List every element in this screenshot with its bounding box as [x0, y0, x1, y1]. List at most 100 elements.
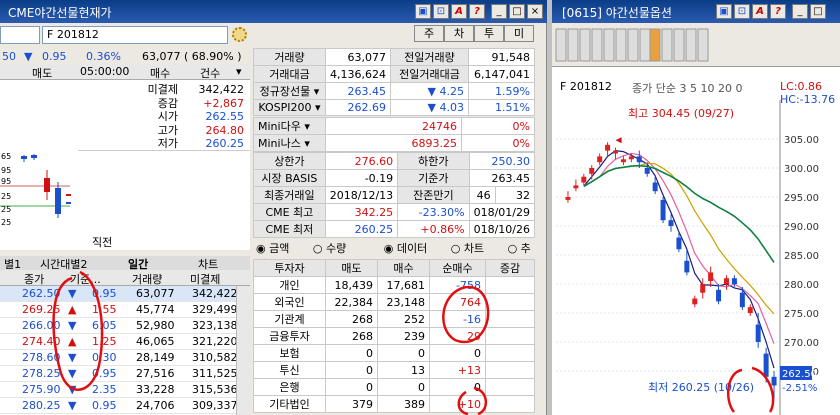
radio-chart[interactable]: ○ 차트: [451, 242, 494, 255]
open-interest-value: 342,422: [192, 287, 238, 300]
limit-date: 018/01/29: [468, 203, 536, 221]
limit-value: -23.30%: [397, 203, 470, 221]
window-titlebar[interactable]: [0615] 야간선물옵션 ▣ ⊡ A ? _ □: [552, 0, 840, 23]
mini-index-table: Mini다우 ▾ 24746 0% Mini나스 ▾ 6893.25 0%: [253, 117, 535, 152]
limit-label: 기준가: [397, 169, 470, 187]
price-rate: 0.36%: [86, 50, 121, 63]
investor-row: 금융투자 268 239 29: [253, 327, 535, 345]
close-value: 278.60: [22, 351, 61, 364]
change-value: 1.25: [92, 335, 117, 348]
help-icon[interactable]: ?: [469, 4, 485, 19]
market-select[interactable]: [0, 26, 40, 44]
open-interest-value: 329,499: [192, 303, 238, 316]
mini-tick: 25: [1, 192, 11, 201]
close-button[interactable]: ×: [527, 4, 543, 19]
investor-row: 외국인 22,384 23,148 764: [253, 293, 535, 311]
maximize-button[interactable]: □: [810, 4, 826, 19]
net-buy-value: -758: [429, 276, 486, 294]
candle: [692, 298, 698, 305]
minimize-button[interactable]: _: [792, 4, 808, 19]
window-title: CME야간선물현재가: [8, 6, 112, 20]
font-icon[interactable]: A: [451, 4, 467, 19]
candle: [21, 156, 27, 159]
candle: [676, 237, 682, 250]
previous-label: 직전: [92, 236, 113, 249]
stat-label: 거래량: [253, 48, 326, 66]
candlestick-chart[interactable]: 305.00 300.00 295.00 290.00 285.00 280.00 275.…: [552, 100, 840, 415]
futures-select[interactable]: 정규장선물 ▾: [253, 82, 326, 100]
price-limits-table: 상한가 276.60 하한가 250.30 시장 BASIS -0.19 기준가…: [253, 152, 536, 238]
limit-label: CME 최저: [253, 220, 326, 238]
mini-value: 6893.25: [325, 134, 462, 152]
list-row[interactable]: 278.60 ▼ 0.30 28,149 310,582: [0, 350, 250, 366]
index-select[interactable]: KOSPI200 ▾: [253, 99, 326, 116]
buy-value: 252: [377, 310, 430, 328]
mini-tick: 65: [1, 152, 11, 161]
window-title: [0615] 야간선물옵션: [562, 6, 672, 20]
open-interest-value: 309,337: [192, 399, 238, 412]
monitor-icon[interactable]: ▣: [716, 4, 732, 19]
change-value: 0.95: [92, 367, 117, 380]
close-value: 266.00: [22, 319, 61, 332]
minimize-button[interactable]: _: [491, 4, 507, 19]
candle: [700, 284, 706, 293]
symbol-input[interactable]: F 201812: [42, 26, 228, 44]
y-tick-label: 300.00: [784, 164, 819, 175]
open-value: 262.55: [205, 110, 245, 123]
maximize-button[interactable]: □: [509, 4, 525, 19]
mini-nasdaq-select[interactable]: Mini나스 ▾: [253, 134, 326, 152]
stat-value: 6,147,041: [467, 65, 536, 83]
daily-list[interactable]: 262.50 ▼ 0.95 63,077 342,422 269.25 ▲ 1.55 45,77…: [0, 286, 250, 415]
list-row[interactable]: 269.25 ▲ 1.55 45,774 329,499: [0, 302, 250, 318]
limit-label: 최종거래일: [253, 186, 326, 204]
limit-value: +0.86%: [397, 220, 470, 238]
radio-quantity[interactable]: ○ 수량: [313, 242, 356, 255]
open-interest-button[interactable]: 미: [504, 25, 534, 42]
change-value: [485, 276, 535, 294]
open-interest-value: 315,536: [192, 383, 238, 396]
open-interest-value: 323,138: [192, 319, 238, 332]
mini-tick: 95: [1, 177, 11, 186]
font-icon[interactable]: A: [752, 4, 768, 19]
settings-gear-icon[interactable]: [232, 27, 247, 42]
change-value: [485, 310, 535, 328]
investor-name: 기관계: [253, 310, 326, 328]
list-row[interactable]: 278.25 ▼ 0.95 27,516 311,525: [0, 366, 250, 382]
monitor-icon[interactable]: ▣: [415, 4, 431, 19]
window-titlebar[interactable]: CME야간선물현재가 ▣ ⊡ A ? _ □ ×: [0, 0, 547, 23]
help-icon[interactable]: ?: [770, 4, 786, 19]
chart-button[interactable]: 차: [444, 25, 474, 42]
stat-value: 63,077: [325, 48, 391, 66]
candle: [44, 178, 50, 192]
net-buy-value: +13: [429, 361, 486, 379]
radio-data[interactable]: ◉ 데이터: [384, 242, 437, 255]
net-buy-value: 29: [429, 327, 486, 345]
list-row[interactable]: 274.40 ▲ 1.25 46,065 321,220: [0, 334, 250, 350]
price-volume: 63,077 ( 68.90% ): [142, 50, 242, 63]
candle: [652, 182, 658, 192]
sell-value: 0: [325, 378, 378, 396]
change-value: [485, 327, 535, 345]
list-row[interactable]: 280.25 ▼ 0.95 24,706 309,337: [0, 398, 250, 414]
limit-value: 46: [468, 186, 496, 204]
open-interest-label: 미결제: [147, 83, 178, 96]
screen-icon[interactable]: ⊡: [433, 4, 449, 19]
tool-buttons[interactable]: [555, 28, 709, 62]
lc-label: LC:0.86: [780, 80, 823, 93]
stock-button[interactable]: 주: [414, 25, 444, 42]
screen-icon[interactable]: ⊡: [734, 4, 750, 19]
list-scrollbar[interactable]: [236, 286, 250, 415]
mini-dow-select[interactable]: Mini다우 ▾: [253, 117, 326, 135]
list-row[interactable]: 262.50 ▼ 0.95 63,077 342,422: [0, 286, 250, 302]
investor-button[interactable]: 투: [474, 25, 504, 42]
high-value: 264.80: [205, 123, 245, 137]
dropdown-arrow-icon[interactable]: ▾: [236, 65, 242, 78]
list-row[interactable]: 275.90 ▼ 2.35 33,228 315,536: [0, 382, 250, 398]
list-row[interactable]: 266.00 ▼ 6.05 52,980 323,138: [0, 318, 250, 334]
radio-amount[interactable]: ◉ 금액: [256, 242, 299, 255]
candle: [581, 176, 587, 183]
investor-name: 은행: [253, 378, 326, 396]
count-header[interactable]: 건수: [200, 65, 220, 81]
basis-header: 기준...: [70, 273, 101, 286]
investor-row: 기관계 268 252 -16: [253, 310, 535, 328]
